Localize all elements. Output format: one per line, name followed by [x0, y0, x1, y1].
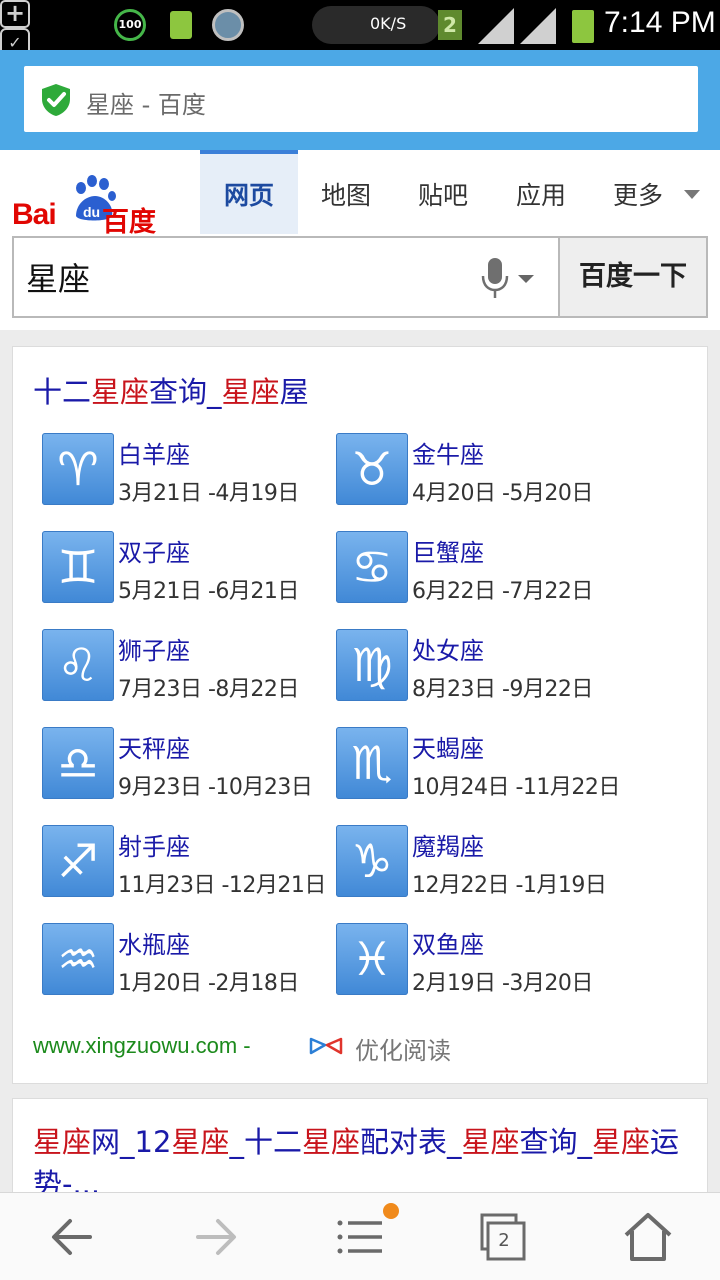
- result-card: 十二星座查询_星座屋 ♈ 白羊座 3月21日 -4月19日 ♉ 金牛座 4月20…: [12, 346, 708, 1084]
- net-speed: 0K/S: [370, 14, 407, 33]
- zodiac-name: 魔羯座: [412, 833, 484, 861]
- tab-app[interactable]: 应用: [492, 150, 590, 234]
- zodiac-name: 双鱼座: [412, 931, 484, 959]
- zodiac-item[interactable]: ♋ 巨蟹座 6月22日 -7月22日: [336, 531, 626, 611]
- zodiac-dates: 3月21日 -4月19日: [118, 481, 299, 506]
- baidu-logo[interactable]: Bai du 百度: [12, 172, 162, 238]
- capricorn-icon: ♑: [336, 825, 408, 897]
- virgo-icon: ♍: [336, 629, 408, 701]
- zodiac-name: 双子座: [118, 539, 190, 567]
- logo-text-paw: du: [83, 204, 100, 220]
- zodiac-dates: 9月23日 -10月23日: [118, 775, 313, 800]
- chevron-down-icon[interactable]: [684, 190, 700, 199]
- cell-signal-icon: [478, 8, 514, 44]
- address-bar[interactable]: 星座 - 百度: [24, 66, 698, 132]
- zodiac-name: 天秤座: [118, 735, 190, 763]
- arrow-left-icon[interactable]: [36, 1201, 108, 1273]
- battery-charging-icon: [170, 11, 192, 39]
- tab-more[interactable]: 更多: [590, 150, 686, 234]
- caret-down-icon[interactable]: [518, 275, 534, 283]
- aries-icon: ♈: [42, 433, 114, 505]
- zodiac-name: 巨蟹座: [412, 539, 484, 567]
- zodiac-name: 金牛座: [412, 441, 484, 469]
- zodiac-item[interactable]: ♑ 魔羯座 12月22日 -1月19日: [336, 825, 626, 905]
- ringtone-icon: [212, 9, 244, 41]
- tab-tieba[interactable]: 贴吧: [394, 150, 492, 234]
- zodiac-name: 狮子座: [118, 637, 190, 665]
- logo-text-cn: 百度: [102, 207, 156, 238]
- zodiac-item[interactable]: ♍ 处女座 8月23日 -9月22日: [336, 629, 626, 709]
- result-title-link[interactable]: 十二星座查询_星座屋: [33, 369, 309, 411]
- zodiac-dates: 4月20日 -5月20日: [412, 481, 593, 506]
- baidu-header: Bai du 百度 网页 地图 贴吧 应用 更多 百度一下: [0, 150, 720, 330]
- tabs-button[interactable]: 2: [470, 1201, 542, 1273]
- zodiac-item[interactable]: ♈ 白羊座 3月21日 -4月19日: [42, 433, 332, 513]
- cancer-icon: ♋: [336, 531, 408, 603]
- gemini-icon: ♊: [42, 531, 114, 603]
- zodiac-dates: 8月23日 -9月22日: [412, 677, 593, 702]
- zodiac-dates: 12月22日 -1月19日: [412, 873, 607, 898]
- clock: 7:14 PM: [604, 6, 716, 39]
- zodiac-item[interactable]: ♒ 水瓶座 1月20日 -2月18日: [42, 923, 332, 1003]
- battery-icon: [572, 10, 594, 43]
- cell-signal-icon: [520, 8, 556, 44]
- plus-box-icon: +: [0, 0, 30, 28]
- pisces-icon: ♓: [336, 923, 408, 995]
- zodiac-item[interactable]: ♎ 天秤座 9月23日 -10月23日: [42, 727, 332, 807]
- scorpio-icon: ♏: [336, 727, 408, 799]
- libra-icon: ♎: [42, 727, 114, 799]
- zodiac-dates: 5月21日 -6月21日: [118, 579, 299, 604]
- zodiac-name: 射手座: [118, 833, 190, 861]
- zodiac-dates: 6月22日 -7月22日: [412, 579, 593, 604]
- zodiac-name: 白羊座: [118, 441, 190, 469]
- zodiac-dates: 11月23日 -12月21日: [118, 873, 326, 898]
- zodiac-dates: 1月20日 -2月18日: [118, 971, 299, 996]
- notification-badge: [383, 1203, 399, 1219]
- zodiac-name: 处女座: [412, 637, 484, 665]
- logo-text-latin: Bai: [12, 198, 57, 231]
- leo-icon: ♌: [42, 629, 114, 701]
- search-button[interactable]: 百度一下: [558, 236, 708, 318]
- zodiac-item[interactable]: ♏ 天蝎座 10月24日 -11月22日: [336, 727, 626, 807]
- zodiac-dates: 2月19日 -3月20日: [412, 971, 593, 996]
- zodiac-name: 天蝎座: [412, 735, 484, 763]
- taurus-icon: ♉: [336, 433, 408, 505]
- zodiac-item[interactable]: ♓ 双鱼座 2月19日 -3月20日: [336, 923, 626, 1003]
- zodiac-item[interactable]: ♌ 狮子座 7月23日 -8月22日: [42, 629, 332, 709]
- arrow-right-icon[interactable]: [180, 1201, 252, 1273]
- tab-map[interactable]: 地图: [298, 150, 394, 234]
- home-icon[interactable]: [612, 1201, 684, 1273]
- zodiac-dates: 10月24日 -11月22日: [412, 775, 620, 800]
- reader-mode-icon[interactable]: [309, 1033, 343, 1057]
- reader-mode-link[interactable]: 优化阅读: [355, 1031, 451, 1066]
- tab-web[interactable]: 网页: [200, 150, 298, 234]
- zodiac-name: 水瓶座: [118, 931, 190, 959]
- status-bar: + ✓ 100 0K/S 2 7:14 PM: [0, 0, 720, 58]
- search-input[interactable]: [26, 250, 466, 304]
- browser-toolbar: 2: [0, 1192, 720, 1280]
- search-box: [12, 236, 560, 318]
- zodiac-item[interactable]: ♐ 射手座 11月23日 -12月21日: [42, 825, 332, 905]
- shield-check-icon: [42, 84, 70, 116]
- microphone-icon[interactable]: [480, 256, 510, 300]
- sagittarius-icon: ♐: [42, 825, 114, 897]
- zodiac-item[interactable]: ♉ 金牛座 4月20日 -5月20日: [336, 433, 626, 513]
- aquarius-icon: ♒: [42, 923, 114, 995]
- zodiac-item[interactable]: ♊ 双子座 5月21日 -6月21日: [42, 531, 332, 611]
- result-url: www.xingzuowu.com -: [33, 1033, 251, 1058]
- tabs-count: 2: [498, 1230, 510, 1251]
- zodiac-dates: 7月23日 -8月22日: [118, 677, 299, 702]
- address-bar-container: 星座 - 百度: [0, 50, 720, 150]
- page-title: 星座 - 百度: [86, 91, 206, 119]
- sim-slot-badge: 2: [438, 10, 462, 40]
- battery-level-badge: 100: [114, 9, 146, 41]
